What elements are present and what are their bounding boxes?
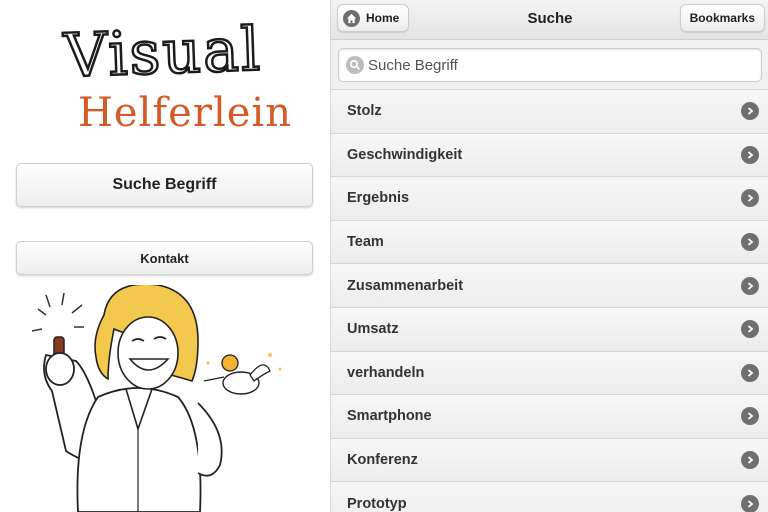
list-item-label: Konferenz [347, 452, 418, 469]
search-panel: Home Suche Bookmarks Stolz Geschwindigke… [330, 0, 768, 512]
chevron-right-icon [741, 145, 759, 164]
list-item[interactable]: Ergebnis [331, 177, 768, 221]
face [117, 316, 179, 390]
chevron-right-icon [741, 407, 759, 426]
list-item[interactable]: verhandeln [331, 351, 768, 396]
bookmarks-button[interactable]: Bookmarks [679, 4, 765, 32]
list-item-label: Smartphone [347, 408, 432, 425]
contact-button[interactable]: Kontakt [16, 241, 313, 275]
term-list: Stolz Geschwindigkeit Ergebnis Team Zusa… [331, 90, 768, 512]
chevron-right-icon [741, 320, 759, 339]
hip-arm [197, 402, 223, 477]
visual-helferlein-logo: Visual Helferlein [60, 13, 291, 148]
list-item[interactable]: Umsatz [331, 307, 768, 352]
logo-line-1: Visual [62, 13, 265, 92]
left-panel: Visual Helferlein Suche Begriff Kontakt [0, 0, 330, 512]
list-item-label: Zusammenarbeit [347, 277, 464, 294]
list-item-label: Prototyp [347, 495, 407, 512]
chevron-right-icon [741, 363, 759, 382]
bookmarks-button-label: Bookmarks [689, 11, 755, 25]
search-term-button-label: Suche Begriff [112, 176, 217, 193]
chevron-right-icon [741, 233, 759, 252]
header-bar: Home Suche Bookmarks [331, 0, 768, 40]
helper-illustration [31, 285, 282, 512]
list-item[interactable]: Smartphone [331, 395, 768, 439]
list-item[interactable]: Team [331, 220, 768, 265]
list-item-label: Team [347, 234, 384, 251]
chevron-right-icon [741, 494, 759, 512]
list-item[interactable]: Konferenz [331, 438, 768, 483]
search-field-wrapper[interactable] [338, 48, 762, 82]
search-icon [346, 56, 364, 74]
chevron-right-icon [741, 102, 759, 121]
shirt [76, 387, 202, 512]
angel-figure [203, 353, 282, 395]
chevron-right-icon [741, 276, 759, 295]
list-item-label: Geschwindigkeit [347, 146, 463, 163]
sparkle-lines [31, 292, 84, 332]
list-item-label: verhandeln [347, 364, 425, 381]
chevron-right-icon [741, 451, 759, 470]
search-term-button[interactable]: Suche Begriff [16, 163, 313, 207]
list-item[interactable]: Prototyp [331, 482, 768, 512]
list-item[interactable]: Stolz [331, 90, 768, 134]
hand [45, 352, 75, 386]
search-input[interactable] [368, 56, 748, 74]
list-item-label: Umsatz [347, 321, 399, 338]
list-item-label: Ergebnis [347, 190, 410, 207]
chevron-right-icon [741, 189, 759, 208]
list-item[interactable]: Zusammenarbeit [331, 264, 768, 308]
contact-button-label: Kontakt [140, 250, 189, 266]
list-item[interactable]: Geschwindigkeit [331, 133, 768, 178]
logo-line-2: Helferlein [78, 90, 292, 136]
list-item-label: Stolz [347, 103, 382, 120]
search-bar [331, 40, 768, 90]
